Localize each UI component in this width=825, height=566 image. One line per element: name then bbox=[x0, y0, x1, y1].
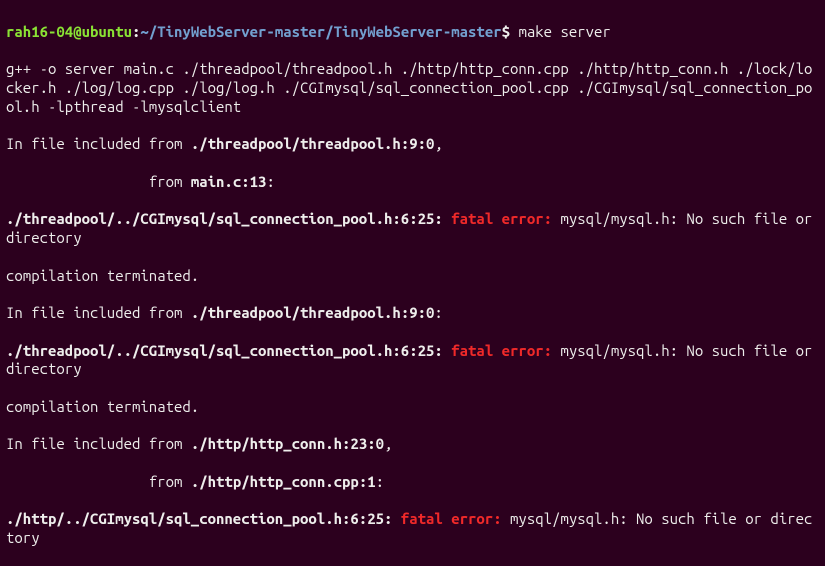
compilation-terminated: compilation terminated. bbox=[6, 398, 819, 417]
prompt-command: make server bbox=[518, 23, 610, 40]
include-line: from ./http/http_conn.cpp:1: bbox=[6, 473, 819, 492]
include-line: from main.c:13: bbox=[6, 173, 819, 192]
include-line: In file included from ./http/http_conn.h… bbox=[6, 435, 819, 454]
include-line: In file included from ./threadpool/threa… bbox=[6, 304, 819, 323]
prompt-host: ubuntu bbox=[82, 23, 132, 40]
error-line: ./http/../CGImysql/sql_connection_pool.h… bbox=[6, 510, 819, 548]
prompt-at: @ bbox=[73, 23, 81, 40]
fatal-error-label: fatal error: bbox=[392, 510, 510, 527]
prompt-user: rah16-04 bbox=[6, 23, 73, 40]
prompt-path: ~/TinyWebServer-master/TinyWebServer-mas… bbox=[140, 23, 501, 40]
fatal-error-label: fatal error: bbox=[443, 210, 561, 227]
error-line: ./threadpool/../CGImysql/sql_connection_… bbox=[6, 342, 819, 380]
include-line: In file included from ./threadpool/threa… bbox=[6, 135, 819, 154]
prompt-dollar: $ bbox=[502, 23, 519, 40]
prompt-line[interactable]: rah16-04@ubuntu:~/TinyWebServer-master/T… bbox=[6, 23, 819, 42]
error-line: ./threadpool/../CGImysql/sql_connection_… bbox=[6, 210, 819, 248]
fatal-error-label: fatal error: bbox=[443, 342, 561, 359]
terminal-output[interactable]: rah16-04@ubuntu:~/TinyWebServer-master/T… bbox=[0, 0, 825, 566]
compile-command-line: g++ -o server main.c ./threadpool/thread… bbox=[6, 60, 819, 116]
compilation-terminated: compilation terminated. bbox=[6, 267, 819, 286]
